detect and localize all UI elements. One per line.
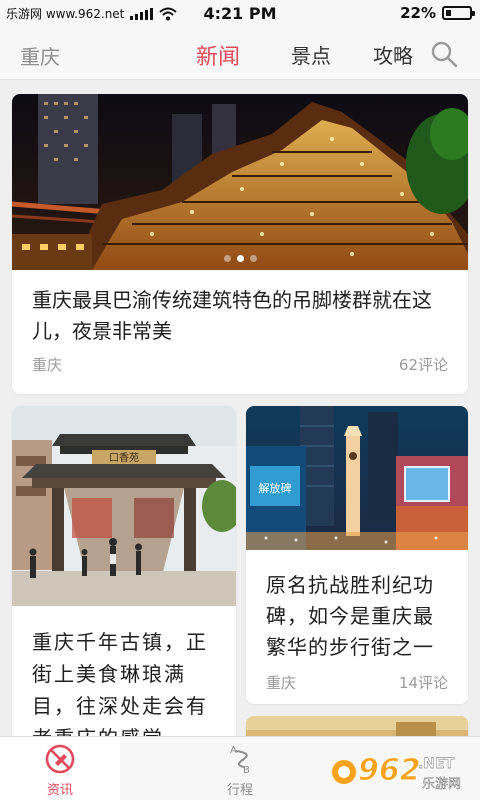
article-comment-count[interactable]: 14评论 xyxy=(399,672,448,693)
carousel-dot[interactable] xyxy=(223,255,231,262)
svg-text:.NET: .NET xyxy=(418,756,455,772)
bottom-tab-news-label: 资讯 xyxy=(46,783,73,798)
billboard-text: 解放碑 xyxy=(259,481,292,495)
gate-sign-text: 口香苑 xyxy=(109,451,139,464)
tab-spots[interactable]: 景点 xyxy=(291,40,331,69)
carousel-dot[interactable] xyxy=(249,255,257,262)
hero-article-card[interactable]: 重庆最具巴渝传统建筑特色的吊脚楼群就在这儿，夜景非常美 重庆 62评论 xyxy=(12,94,468,394)
jiefangbei-title[interactable]: 原名抗战胜利纪功碑，如今是重庆最繁华的步行街之一 xyxy=(246,550,468,663)
app-screen: 乐游网 www.962.net 4:21 PM 22% 重庆 新闻 景点 攻略 xyxy=(0,0,480,800)
article-card-jiefangbei[interactable]: 解放碑 原名抗战胜利纪功碑，如今是重庆最繁华的步行街之一 重庆 14评论 xyxy=(246,406,468,704)
jiefangbei-meta: 重庆 14评论 xyxy=(266,672,448,693)
article-comment-count[interactable]: 62评论 xyxy=(399,354,448,375)
svg-text:乐游网: 乐游网 xyxy=(422,777,461,792)
status-right: 22% xyxy=(400,4,475,22)
status-bar: 乐游网 www.962.net 4:21 PM 22% xyxy=(0,0,480,28)
article-card-ancient-town[interactable]: 口香苑 重庆千年古镇，正街上美食琳琅满目，往深处走会有 xyxy=(12,406,236,736)
carousel-dot-active[interactable] xyxy=(236,255,244,262)
ancient-town-image: 口香苑 xyxy=(12,406,236,606)
tab-guide[interactable]: 攻略 xyxy=(373,40,413,69)
svg-text:A: A xyxy=(230,745,237,756)
article-location: 重庆 xyxy=(32,356,63,374)
battery-icon xyxy=(442,6,475,20)
article-location: 重庆 xyxy=(266,674,297,692)
ancient-town-title[interactable]: 重庆千年古镇，正街上美食琳琅满目，往深处走会有老重庆的感觉 xyxy=(12,606,236,736)
search-icon[interactable] xyxy=(430,40,458,68)
bottom-tab-trip[interactable]: A B 行程 xyxy=(180,737,300,800)
hero-article-title[interactable]: 重庆最具巴渝传统建筑特色的吊脚楼群就在这儿，夜景非常美 xyxy=(12,270,468,347)
hero-article-meta: 重庆 62评论 xyxy=(32,354,448,375)
news-feed[interactable]: 重庆最具巴渝传统建筑特色的吊脚楼群就在这儿，夜景非常美 重庆 62评论 口香苑 … xyxy=(0,80,480,736)
svg-text:962: 962 xyxy=(358,753,421,788)
top-nav: 重庆 新闻 景点 攻略 xyxy=(0,28,480,80)
hero-image xyxy=(12,94,468,270)
carousel-dots[interactable] xyxy=(12,255,468,262)
bottom-tab-news[interactable]: 资讯 xyxy=(0,737,120,800)
jiefangbei-image: 解放碑 xyxy=(246,406,468,550)
battery-percent: 22% xyxy=(400,4,436,22)
city-selector[interactable]: 重庆 xyxy=(20,41,60,70)
bottom-tab-trip-label: 行程 xyxy=(226,783,253,798)
news-icon xyxy=(45,744,75,774)
site-watermark-logo: 962 .NET 乐游网 xyxy=(332,753,461,792)
partial-card-image xyxy=(246,716,468,736)
route-icon: A B xyxy=(230,745,250,775)
tab-news[interactable]: 新闻 xyxy=(196,39,240,71)
article-card-partial[interactable] xyxy=(246,716,468,736)
